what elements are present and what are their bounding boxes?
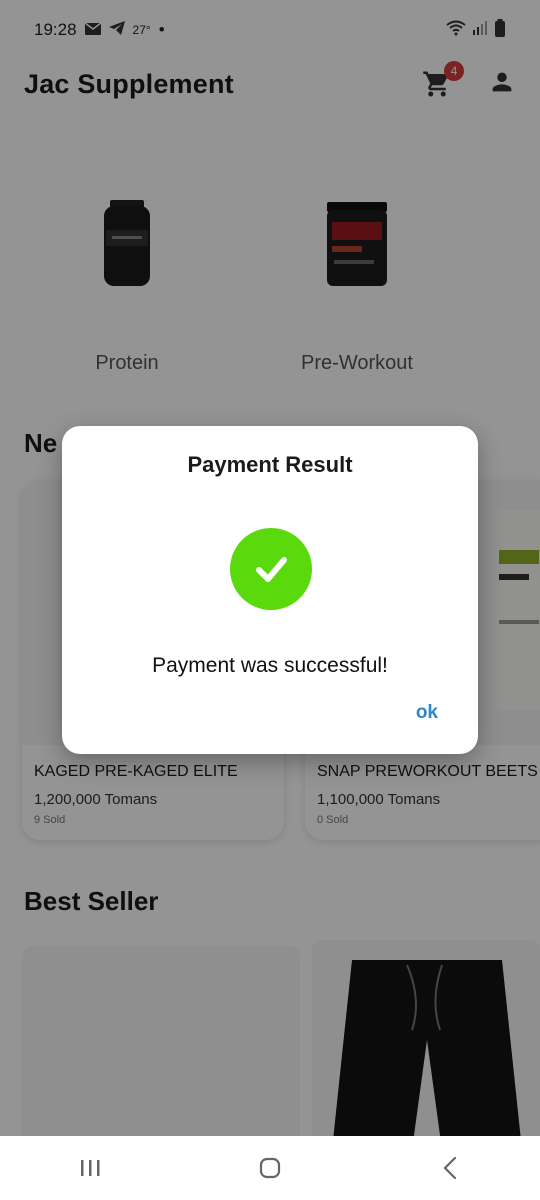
system-nav-bar <box>0 1136 540 1200</box>
ok-button[interactable]: ok <box>416 702 438 724</box>
dialog-message: Payment was successful! <box>152 654 388 677</box>
payment-result-dialog: Payment Result Payment was successful! o… <box>62 426 478 754</box>
recents-icon <box>81 1160 100 1176</box>
success-check-icon <box>230 528 312 610</box>
recent-apps-button[interactable] <box>60 1148 120 1188</box>
dialog-title: Payment Result <box>187 452 353 477</box>
back-icon <box>443 1156 457 1180</box>
back-button[interactable] <box>420 1148 480 1188</box>
home-icon <box>259 1157 281 1179</box>
home-button[interactable] <box>240 1148 300 1188</box>
